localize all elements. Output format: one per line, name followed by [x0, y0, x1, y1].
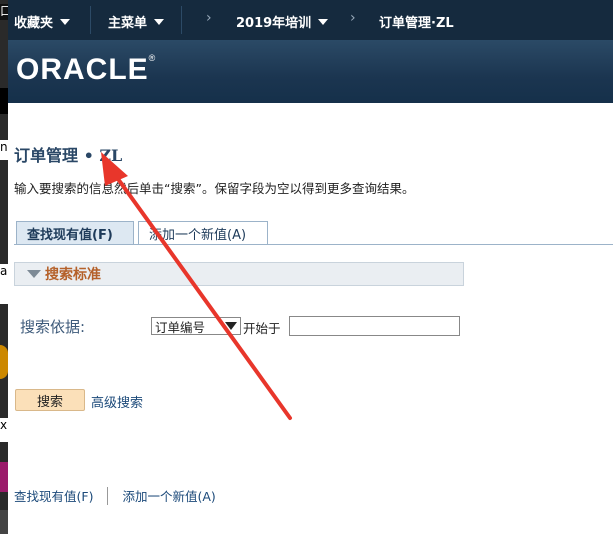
dropdown-arrow-icon — [225, 322, 237, 330]
breadcrumb-training[interactable]: 2019年培训 — [236, 12, 329, 31]
breadcrumb-label: 订单管理·ZL — [379, 16, 454, 31]
strip-chip: a — [0, 264, 8, 304]
logo-text: ORACLE — [16, 53, 149, 86]
arrow-shaft — [111, 170, 292, 420]
advanced-search-link[interactable]: 高级搜索 — [91, 392, 143, 411]
background-window-strip: 口 n a x — [0, 0, 8, 534]
tab-add-new[interactable]: 添加一个新值(A) — [138, 221, 268, 244]
search-criteria-header[interactable]: 搜索标准 — [14, 262, 464, 286]
tab-underline — [14, 244, 613, 245]
top-nav-bar: 收藏夹 主菜单 › 2019年培训 › 订单管理·ZL — [8, 0, 613, 40]
select-value: 订单编号 — [155, 319, 206, 335]
page-title: 订单管理 • ZL — [14, 146, 123, 165]
oracle-banner: ORACLE® — [8, 40, 613, 103]
breadcrumb-label: 2019年培训 — [236, 16, 312, 31]
strip-chip: n — [0, 140, 8, 160]
footer-links: 查找现有值(F) 添加一个新值(A) — [14, 486, 216, 505]
operator-label: 开始于 — [243, 321, 281, 336]
chevron-right-icon: › — [206, 10, 212, 26]
breadcrumb-current[interactable]: 订单管理·ZL — [379, 12, 454, 31]
add-new-link[interactable]: 添加一个新值(A) — [122, 486, 215, 505]
chevron-down-icon — [60, 18, 71, 25]
chevron-down-icon — [318, 18, 329, 25]
favorites-menu[interactable]: 收藏夹 — [14, 12, 71, 31]
link-divider — [107, 486, 109, 505]
chevron-down-icon — [154, 18, 165, 25]
strip-chip — [0, 88, 8, 114]
section-title: 搜索标准 — [45, 267, 101, 283]
search-button[interactable]: 搜索 — [15, 389, 85, 411]
oracle-logo: ORACLE® — [16, 53, 156, 87]
find-existing-link[interactable]: 查找现有值(F) — [14, 486, 93, 505]
main-menu-label: 主菜单 — [108, 16, 148, 31]
strip-chip — [0, 510, 8, 534]
strip-chip: 口 — [0, 4, 8, 20]
chevron-right-icon: › — [350, 10, 356, 26]
registered-mark: ® — [148, 53, 157, 63]
instructions-text: 输入要搜索的信息然后单击“搜索”。保留字段为空以得到更多查询结果。 — [14, 181, 415, 196]
search-field-select[interactable]: 订单编号 — [151, 317, 241, 335]
collapse-triangle-icon — [27, 270, 41, 278]
strip-chip — [0, 462, 8, 492]
strip-chip — [0, 345, 8, 379]
main-menu[interactable]: 主菜单 — [108, 12, 165, 31]
favorites-label: 收藏夹 — [14, 16, 54, 31]
search-value-input[interactable] — [289, 316, 460, 336]
strip-chip: x — [0, 418, 8, 442]
nav-divider — [90, 6, 91, 34]
search-by-label: 搜索依据: — [20, 318, 86, 336]
nav-divider — [181, 6, 182, 34]
tab-find-existing[interactable]: 查找现有值(F) — [16, 221, 134, 245]
